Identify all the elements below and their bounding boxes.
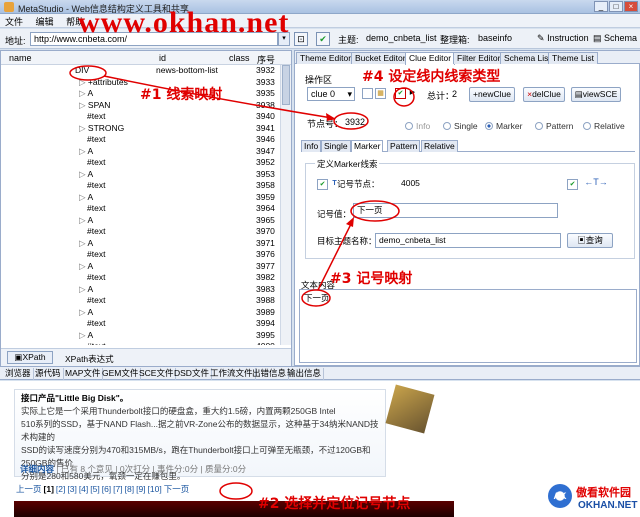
annotation-2: #2 选择并定位记号节点	[258, 496, 411, 512]
annotation-4: #4 设定线内线索类型	[362, 69, 501, 85]
arrowhead-record	[346, 217, 354, 227]
logo-text-cn: 傲看软件园	[576, 487, 631, 499]
watermark: www.okhan.net	[78, 6, 290, 39]
logo-text-en: OKHAN.NET	[578, 500, 638, 511]
ellipse-div-node	[69, 65, 107, 81]
annotation-1: #1 线索映射	[140, 87, 223, 103]
ellipse-next-page	[219, 482, 253, 500]
annotation-overlay	[69, 65, 415, 500]
logo-mark: AK	[548, 484, 572, 508]
annotation-3: #3 记号映射	[330, 271, 413, 287]
ellipse-text-content	[301, 289, 331, 307]
ellipse-node-number	[333, 112, 369, 130]
ellipse-record-value	[350, 200, 400, 222]
site-logo: AK 傲看软件园 OKHAN.NET	[548, 482, 640, 517]
ellipse-clue-type	[393, 87, 415, 107]
